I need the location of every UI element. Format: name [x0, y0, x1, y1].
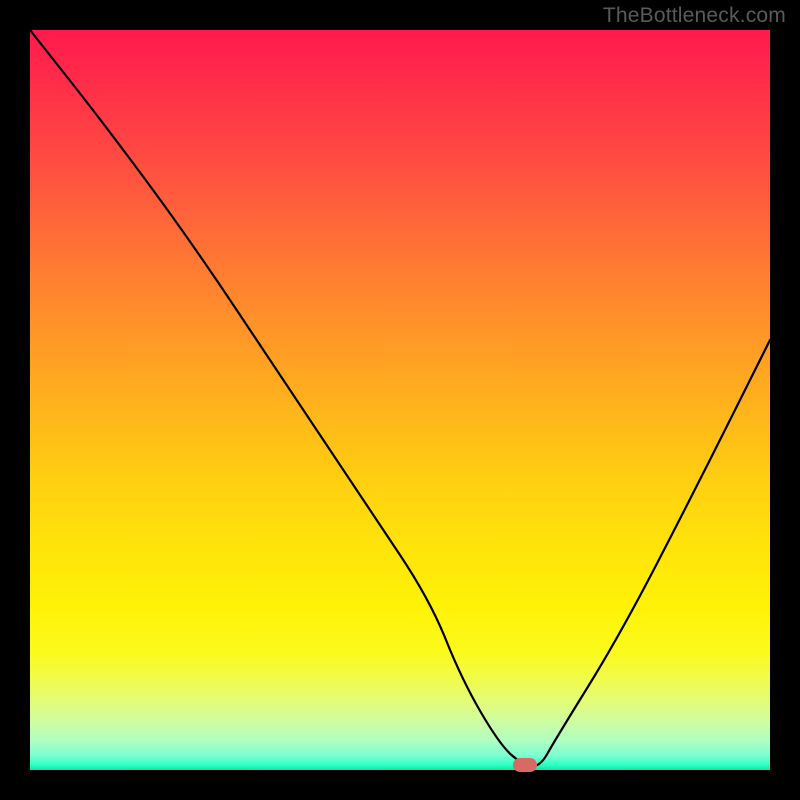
watermark-label: TheBottleneck.com — [603, 4, 786, 28]
chart-curve-layer — [30, 30, 770, 770]
bottleneck-curve-path — [30, 30, 770, 766]
optimal-point-marker — [513, 758, 537, 772]
chart-plot-area — [30, 30, 770, 770]
